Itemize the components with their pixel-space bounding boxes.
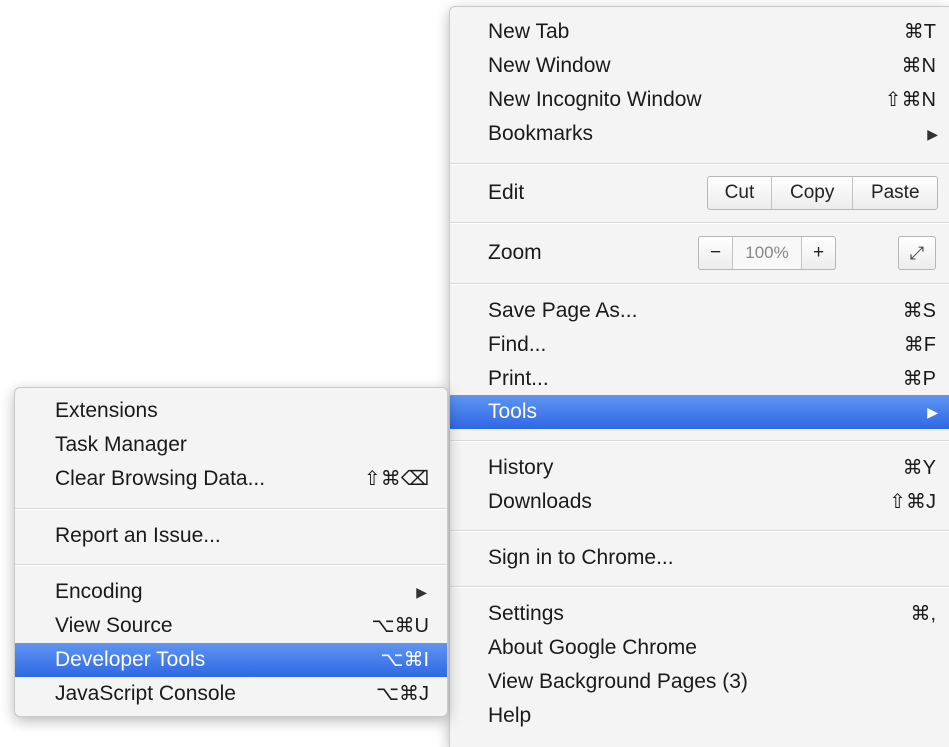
menu-separator (15, 508, 447, 510)
menu-item-label: New Tab (488, 20, 570, 43)
submenu-arrow-icon: ▶ (416, 584, 427, 600)
menu-item-new-tab[interactable]: New Tab ⌘T (450, 15, 949, 49)
menu-item-settings[interactable]: Settings ⌘, (450, 597, 949, 631)
menu-item-label: Edit (488, 181, 525, 204)
menu-separator (450, 163, 949, 165)
menu-item-background-pages[interactable]: View Background Pages (3) (450, 665, 949, 699)
menu-item-label: Save Page As... (488, 299, 638, 322)
menu-item-tools[interactable]: Tools ▶ (450, 395, 949, 429)
menu-item-label: Report an Issue... (55, 524, 221, 547)
menu-item-new-incognito-window[interactable]: New Incognito Window ⇧⌘N (450, 83, 949, 117)
menu-item-history[interactable]: History ⌘Y (450, 451, 949, 485)
menu-item-encoding[interactable]: Encoding ▶ (15, 575, 447, 609)
menu-item-label: Settings (488, 602, 564, 625)
shortcut-label: ⌥⌘U (371, 615, 430, 637)
menu-item-label: History (488, 456, 554, 479)
chrome-main-menu: New Tab ⌘T New Window ⌘N New Incognito W… (449, 6, 949, 747)
menu-separator (15, 564, 447, 566)
shortcut-label: ⌥⌘I (380, 649, 429, 671)
submenu-arrow-icon: ▶ (927, 404, 938, 420)
submenu-arrow-icon: ▶ (927, 126, 938, 142)
edit-button-group: Cut Copy Paste (707, 176, 938, 210)
tools-submenu: Extensions Task Manager Clear Browsing D… (14, 387, 448, 717)
zoom-control: − 100% + (698, 236, 836, 270)
shortcut-label: ⌘F (903, 334, 936, 356)
menu-item-label: Help (488, 704, 532, 727)
menu-item-label: View Background Pages (3) (488, 670, 748, 693)
menu-item-label: Task Manager (55, 433, 187, 456)
menu-item-label: Extensions (55, 399, 158, 422)
zoom-in-button[interactable]: + (800, 237, 835, 269)
menu-item-label: New Window (488, 54, 611, 77)
shortcut-label: ⇧⌘J (889, 491, 936, 513)
menu-item-label: JavaScript Console (55, 682, 236, 705)
menu-item-developer-tools[interactable]: Developer Tools ⌥⌘I (15, 643, 447, 677)
menu-item-help[interactable]: Help (450, 699, 949, 733)
menu-item-downloads[interactable]: Downloads ⇧⌘J (450, 485, 949, 519)
menu-separator (450, 222, 949, 224)
menu-item-label: Zoom (488, 241, 542, 264)
menu-item-label: Find... (488, 333, 547, 356)
menu-item-label: Downloads (488, 490, 592, 513)
menu-item-label: About Google Chrome (488, 636, 697, 659)
menu-item-sign-in[interactable]: Sign in to Chrome... (450, 541, 949, 575)
menu-item-label: Developer Tools (55, 648, 206, 671)
shortcut-label: ⌘P (902, 368, 936, 390)
shortcut-label: ⌘N (901, 55, 936, 77)
paste-button[interactable]: Paste (852, 177, 937, 209)
menu-item-label: Bookmarks (488, 122, 594, 145)
shortcut-label: ⌘Y (902, 457, 936, 479)
menu-item-label: New Incognito Window (488, 88, 702, 111)
shortcut-label: ⇧⌘⌫ (363, 468, 429, 490)
menu-item-find[interactable]: Find... ⌘F (450, 328, 949, 362)
shortcut-label: ⌥⌘J (375, 683, 429, 705)
menu-separator (450, 440, 949, 442)
fullscreen-icon: ⤢ (909, 242, 925, 263)
menu-item-label: Print... (488, 367, 549, 390)
menu-separator (450, 586, 949, 588)
shortcut-label: ⌘, (910, 603, 936, 625)
shortcut-label: ⌘S (902, 300, 936, 322)
menu-item-label: Clear Browsing Data... (55, 467, 266, 490)
menu-item-label: Sign in to Chrome... (488, 546, 674, 569)
menu-item-label: Tools (488, 400, 538, 423)
menu-item-bookmarks[interactable]: Bookmarks ▶ (450, 117, 949, 151)
zoom-level-display: 100% (732, 237, 801, 269)
menu-item-clear-browsing-data[interactable]: Clear Browsing Data... ⇧⌘⌫ (15, 462, 447, 496)
menu-item-new-window[interactable]: New Window ⌘N (450, 49, 949, 83)
menu-item-about-chrome[interactable]: About Google Chrome (450, 631, 949, 665)
shortcut-label: ⇧⌘N (884, 89, 936, 111)
menu-item-print[interactable]: Print... ⌘P (450, 362, 949, 396)
menu-item-extensions[interactable]: Extensions (15, 394, 447, 428)
menu-item-task-manager[interactable]: Task Manager (15, 428, 447, 462)
menu-separator (450, 530, 949, 532)
menu-item-javascript-console[interactable]: JavaScript Console ⌥⌘J (15, 677, 447, 711)
menu-separator (450, 283, 949, 285)
cut-button[interactable]: Cut (708, 177, 771, 209)
menu-item-save-page-as[interactable]: Save Page As... ⌘S (450, 294, 949, 328)
menu-item-view-source[interactable]: View Source ⌥⌘U (15, 609, 447, 643)
shortcut-label: ⌘T (903, 21, 936, 43)
zoom-out-button[interactable]: − (699, 237, 732, 269)
menu-item-report-issue[interactable]: Report an Issue... (15, 519, 447, 553)
copy-button[interactable]: Copy (770, 177, 853, 209)
menu-item-label: Encoding (55, 580, 143, 603)
fullscreen-button[interactable]: ⤢ (898, 236, 936, 270)
menu-item-label: View Source (55, 614, 173, 637)
